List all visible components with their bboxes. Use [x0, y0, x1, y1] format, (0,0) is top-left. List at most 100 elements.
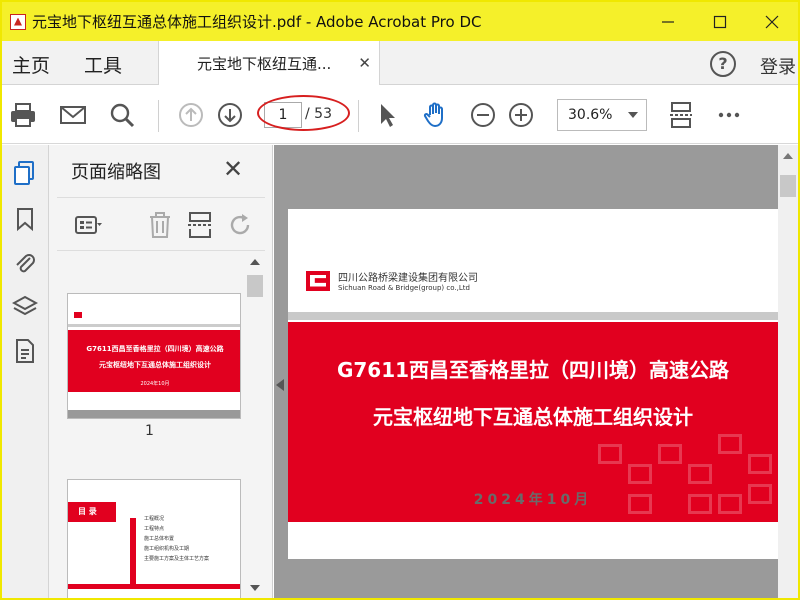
select-tool-button[interactable] [372, 100, 402, 130]
find-button[interactable] [107, 100, 137, 130]
cursor-arrow-icon [381, 104, 395, 127]
collapse-panel-icon[interactable] [276, 379, 284, 391]
arrow-up-circle-icon [179, 103, 203, 127]
document-title-line-1: G7611西昌至香格里拉（四川境）高速公路 [336, 358, 730, 382]
thumb2-toc-item: 施工组织机构及工期 [144, 546, 190, 552]
thumbnail-options-button[interactable] [73, 210, 103, 240]
search-icon [110, 103, 135, 128]
maximize-button[interactable] [694, 2, 746, 41]
decor-pattern [628, 464, 652, 484]
title-bar: 元宝地下枢纽互通总体施工组织设计.pdf - Adobe Acrobat Pro… [2, 2, 798, 41]
print-button[interactable] [8, 100, 38, 130]
minus-circle-icon [471, 103, 495, 127]
document-tab[interactable]: 元宝地下枢纽互通... ✕ [158, 41, 380, 85]
login-button[interactable]: 登录 [760, 53, 796, 79]
thumb-date: 2024年10月 [140, 381, 170, 387]
zoom-select[interactable]: 30.6% [557, 99, 647, 131]
scroll-up-icon[interactable] [783, 153, 793, 159]
zoom-in-button[interactable] [506, 100, 536, 130]
scroll-up-icon[interactable] [250, 259, 260, 265]
decor-pattern [658, 444, 682, 464]
highlight-ellipse [257, 95, 350, 131]
home-menu[interactable]: 主页 [12, 51, 50, 78]
more-tools-button[interactable] [714, 100, 744, 130]
close-icon [765, 15, 779, 28]
decor-pattern [718, 434, 742, 454]
thumb2-toc: 工程概况 工程特点 施工总体布置 施工组织机构及工期 主要施工方案及主体工艺方案 [144, 514, 209, 564]
thumbnail-scrollbar[interactable] [245, 255, 265, 598]
attachments-button[interactable] [11, 249, 39, 277]
window-controls [642, 2, 798, 41]
acrobat-window: 元宝地下枢纽互通总体施工组织设计.pdf - Adobe Acrobat Pro… [0, 0, 800, 600]
pages-icon [14, 161, 34, 185]
panel-toolbar [57, 197, 265, 251]
thumb-title-1: G7611西昌至香格里拉（四川境）高速公路 [86, 345, 224, 353]
rotate-page-button[interactable] [225, 210, 255, 240]
tab-close-icon[interactable]: ✕ [358, 54, 371, 72]
maximize-icon [713, 15, 727, 28]
company-name-cn: 四川公路桥梁建设集团有限公司 [338, 273, 478, 284]
fit-page-icon [670, 102, 692, 128]
more-icon [718, 112, 740, 118]
scrollbar-thumb[interactable] [247, 275, 263, 297]
minimize-button[interactable] [642, 2, 694, 41]
thumb-footer [68, 410, 240, 418]
zoom-out-button[interactable] [468, 100, 498, 130]
toolbar-separator [358, 100, 359, 132]
next-page-button[interactable] [215, 100, 245, 130]
thumbnail-page-2[interactable]: 目 录 工程概况 工程特点 施工总体布置 施工组织机构及工期 主要施工方案及主体… [67, 479, 241, 598]
thumb-strip [68, 324, 240, 327]
document-scrollbar[interactable] [778, 145, 798, 598]
document-tab-label: 元宝地下枢纽互通... [197, 54, 332, 73]
thumbnail-page-label: 1 [145, 423, 154, 439]
delete-page-button[interactable] [145, 210, 175, 240]
minimize-icon [662, 20, 674, 23]
header-strip [288, 312, 778, 320]
printer-icon [11, 103, 35, 127]
hand-tool-button[interactable] [420, 100, 450, 130]
thumb-title-2: 元宝枢纽地下互通总体施工组织设计 [99, 361, 211, 369]
paperclip-icon [16, 254, 35, 273]
document-date: 2024年10月 [473, 492, 593, 508]
tools-menu[interactable]: 工具 [84, 51, 122, 78]
thumb2-toc-item: 施工总体布置 [144, 536, 175, 542]
window-title: 元宝地下枢纽互通总体施工组织设计.pdf - Adobe Acrobat Pro… [32, 13, 482, 31]
close-window-button[interactable] [746, 2, 798, 41]
fit-page-button[interactable] [666, 100, 696, 130]
thumb2-number-column [130, 518, 136, 588]
decor-pattern [688, 464, 712, 484]
previous-page-button[interactable] [176, 100, 206, 130]
hand-icon [423, 102, 443, 127]
company-logo-block: 四川公路桥梁建设集团有限公司 Sichuan Road & Bridge(gro… [306, 269, 478, 292]
bookmark-icon [17, 208, 33, 232]
scroll-down-icon[interactable] [250, 585, 260, 591]
help-icon[interactable]: ? [710, 51, 736, 77]
zoom-value: 30.6% [568, 107, 613, 123]
panel-close-icon[interactable]: ✕ [223, 155, 243, 183]
envelope-icon [60, 106, 86, 124]
left-navigation-rail [2, 145, 49, 598]
layers-button[interactable] [11, 293, 39, 321]
thumb2-heading-band: 目 录 [68, 502, 116, 522]
thumb2-toc-item: 主要施工方案及主体工艺方案 [144, 556, 210, 562]
document-icon [16, 339, 34, 363]
thumbnail-panel: 页面缩略图 ✕ G7611西昌至香格里拉（四川境）高速公路 元宝枢纽地下互通总体… [49, 145, 273, 598]
document-view[interactable]: 四川公路桥梁建设集团有限公司 Sichuan Road & Bridge(gro… [274, 145, 778, 598]
trash-icon [150, 212, 170, 238]
page-thumbnails-button[interactable] [11, 159, 39, 187]
thumbnail-page-1[interactable]: G7611西昌至香格里拉（四川境）高速公路 元宝枢纽地下互通总体施工组织设计 2… [67, 293, 241, 419]
document-properties-button[interactable] [11, 337, 39, 365]
bookmarks-button[interactable] [11, 205, 39, 233]
thumb2-footer [68, 584, 240, 589]
insert-page-button[interactable] [185, 210, 215, 240]
scrollbar-thumb[interactable] [780, 175, 796, 197]
rotate-icon [230, 214, 250, 235]
thumb2-heading: 目 录 [78, 507, 97, 516]
plus-circle-icon [509, 103, 533, 127]
email-button[interactable] [58, 100, 88, 130]
arrow-down-circle-icon [218, 103, 242, 127]
pdf-page: 四川公路桥梁建设集团有限公司 Sichuan Road & Bridge(gro… [288, 209, 778, 559]
options-menu-icon [75, 216, 102, 234]
document-title-line-2: 元宝枢纽地下互通总体施工组织设计 [373, 405, 693, 429]
menu-bar: 主页 工具 元宝地下枢纽互通... ✕ ? 登录 [2, 41, 798, 85]
